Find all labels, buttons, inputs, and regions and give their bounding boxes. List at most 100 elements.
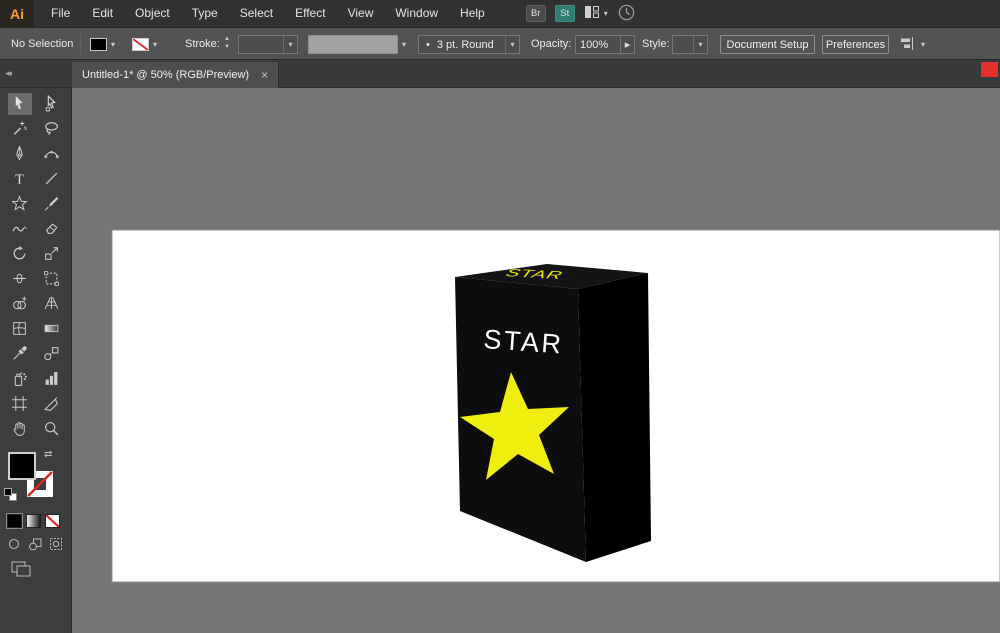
draw-behind-icon[interactable]	[26, 536, 44, 557]
scale-tool-icon	[40, 243, 64, 265]
tools-panel: T ⇄	[0, 88, 72, 633]
gradient-tool[interactable]	[36, 316, 68, 341]
chevron-down-icon[interactable]: ▾	[283, 36, 297, 53]
tab-close-icon[interactable]: ×	[261, 68, 268, 82]
drawing-mode-buttons	[5, 536, 65, 557]
symbol-sprayer-tool[interactable]	[4, 366, 36, 391]
preferences-button[interactable]: Preferences	[822, 35, 889, 54]
document-setup-button[interactable]: Document Setup	[720, 35, 815, 54]
gradient-mode-button[interactable]	[26, 514, 41, 528]
shaper-tool[interactable]	[4, 216, 36, 241]
menu-edit[interactable]: Edit	[81, 0, 124, 27]
sync-status-icon[interactable]	[617, 3, 636, 25]
swap-fill-stroke-icon[interactable]: ⇄	[44, 449, 52, 460]
profile-chevron-icon[interactable]: ▾	[402, 41, 406, 49]
canvas[interactable]: STAR STAR	[72, 88, 1000, 633]
none-mode-button[interactable]	[45, 514, 60, 528]
symbol-sprayer-tool-icon	[8, 368, 32, 390]
style-dropdown[interactable]: ▾	[672, 35, 708, 54]
stroke-chevron-icon[interactable]: ▾	[153, 41, 157, 49]
direct-selection-tool-icon	[40, 93, 64, 115]
scale-tool[interactable]	[36, 241, 68, 266]
tools-grid: T	[0, 88, 71, 441]
hand-tool[interactable]	[4, 416, 36, 441]
star-box-artwork[interactable]: STAR STAR	[455, 264, 651, 562]
bridge-button[interactable]: Br	[526, 5, 546, 22]
perspective-grid-tool[interactable]	[36, 291, 68, 316]
menu-file[interactable]: File	[40, 0, 81, 27]
line-segment-tool[interactable]	[36, 166, 68, 191]
workspace-switcher[interactable]: ▾	[584, 5, 608, 22]
stock-button[interactable]: St	[555, 5, 575, 22]
menu-window[interactable]: Window	[384, 0, 449, 27]
divider	[80, 33, 81, 54]
stepper-down-icon[interactable]: ▼	[224, 43, 230, 51]
collapse-tools-panel-icon[interactable]: ◂◂	[5, 68, 10, 79]
hand-tool-icon	[8, 418, 32, 440]
rotate-tool-icon	[8, 243, 32, 265]
direct-selection-tool[interactable]	[36, 91, 68, 116]
chevron-down-icon[interactable]: ▾	[505, 36, 519, 53]
mesh-tool-icon	[8, 318, 32, 340]
slice-tool[interactable]	[36, 391, 68, 416]
draw-normal-icon[interactable]	[5, 536, 23, 557]
stroke-color-swatch[interactable]	[132, 38, 149, 51]
paintbrush-tool[interactable]	[36, 191, 68, 216]
opacity-panel-arrow[interactable]: ▸	[620, 35, 635, 54]
eyedropper-tool[interactable]	[4, 341, 36, 366]
draw-inside-icon[interactable]	[47, 536, 65, 557]
color-mode-button[interactable]	[7, 514, 22, 528]
opacity-field[interactable]: 100%	[575, 35, 621, 54]
stroke-label: Stroke:	[185, 38, 220, 50]
pen-tool-icon	[8, 143, 32, 165]
selection-tool[interactable]	[4, 91, 36, 116]
canvas-svg: STAR STAR	[72, 88, 1000, 633]
brush-definition-value: 3 pt. Round	[437, 39, 494, 51]
magic-wand-tool[interactable]	[4, 116, 36, 141]
control-bar: No Selection ▾ ▾ Stroke: ▲ ▼ ▾ ▾ • 3 pt.…	[0, 28, 1000, 60]
artboard-tool[interactable]	[4, 391, 36, 416]
menu-view[interactable]: View	[337, 0, 385, 27]
menu-object[interactable]: Object	[124, 0, 181, 27]
stepper-up-icon[interactable]: ▲	[224, 35, 230, 43]
stroke-weight-stepper[interactable]: ▲ ▼	[224, 35, 230, 51]
brush-dot-icon: •	[426, 39, 430, 51]
menu-type[interactable]: Type	[181, 0, 229, 27]
mesh-tool[interactable]	[4, 316, 36, 341]
rotate-tool[interactable]	[4, 241, 36, 266]
brush-definition-dropdown[interactable]: • 3 pt. Round ▾	[418, 35, 520, 54]
fill-swatch[interactable]	[8, 452, 36, 480]
menu-effect[interactable]: Effect	[284, 0, 336, 27]
menu-help[interactable]: Help	[449, 0, 496, 27]
eraser-tool-icon	[40, 218, 64, 240]
red-indicator	[981, 62, 998, 77]
type-tool[interactable]: T	[4, 166, 36, 191]
width-tool[interactable]	[4, 266, 36, 291]
screen-mode-button[interactable]	[10, 560, 34, 583]
zoom-tool[interactable]	[36, 416, 68, 441]
app-bar-icons: Br St ▾	[526, 3, 636, 25]
stroke-weight-combobox[interactable]: ▾	[238, 35, 298, 54]
column-graph-tool-icon	[40, 368, 64, 390]
eraser-tool[interactable]	[36, 216, 68, 241]
fill-color-swatch[interactable]	[90, 38, 107, 51]
blend-tool[interactable]	[36, 341, 68, 366]
align-chevron-icon[interactable]: ▾	[921, 41, 925, 49]
document-tab[interactable]: Untitled-1* @ 50% (RGB/Preview) ×	[72, 62, 279, 88]
free-transform-tool[interactable]	[36, 266, 68, 291]
magic-wand-tool-icon	[8, 118, 32, 140]
default-fill-stroke-icon[interactable]	[4, 488, 17, 501]
shape-builder-tool[interactable]	[4, 291, 36, 316]
menu-bar: Ai FileEditObjectTypeSelectEffectViewWin…	[0, 0, 1000, 28]
menu-select[interactable]: Select	[229, 0, 284, 27]
selection-tool-icon	[8, 93, 32, 115]
pen-tool[interactable]	[4, 141, 36, 166]
lasso-tool[interactable]	[36, 116, 68, 141]
curvature-tool[interactable]	[36, 141, 68, 166]
chevron-down-icon[interactable]: ▾	[693, 36, 707, 53]
column-graph-tool[interactable]	[36, 366, 68, 391]
star-tool[interactable]	[4, 191, 36, 216]
default-fill-mini	[4, 488, 12, 496]
fill-chevron-icon[interactable]: ▾	[111, 41, 115, 49]
align-icon[interactable]	[898, 36, 918, 54]
